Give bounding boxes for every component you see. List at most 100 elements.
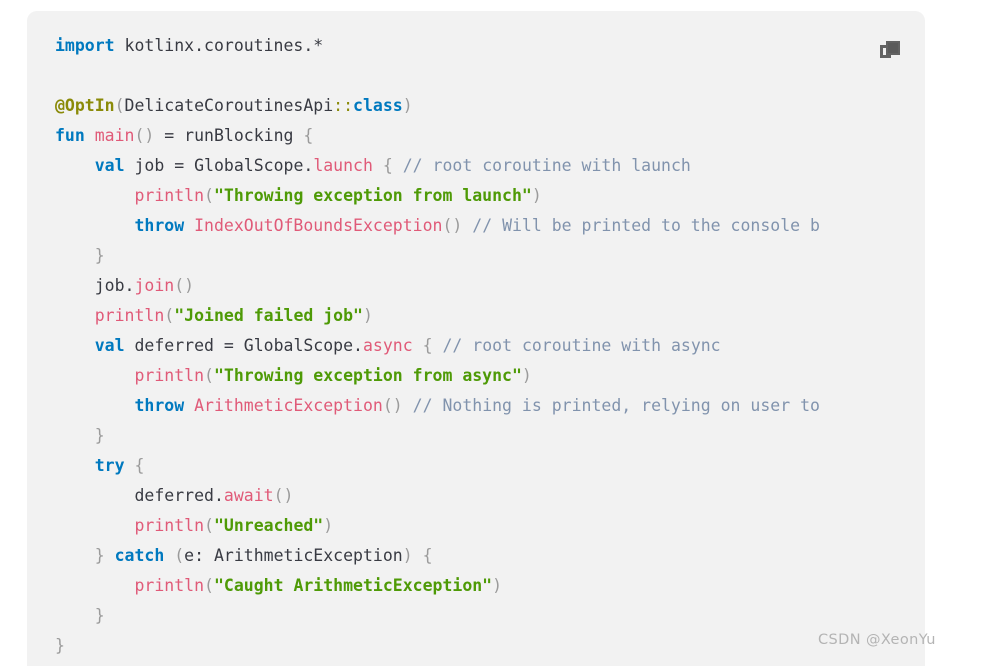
code-token: class — [353, 96, 403, 115]
code-token: println — [134, 366, 205, 385]
code-token: ( — [204, 516, 214, 535]
code-line: deferred.await() — [55, 481, 925, 511]
code-token: // root coroutine with launch — [402, 156, 691, 175]
code-token: val — [94, 336, 125, 355]
source-code[interactable]: import kotlinx.coroutines.* @OptIn(Delic… — [27, 11, 925, 661]
code-line: } — [55, 631, 925, 661]
code-token: } — [94, 546, 105, 565]
code-token: val — [94, 156, 125, 175]
code-token: { — [422, 336, 433, 355]
code-line: println("Throwing exception from async") — [55, 361, 925, 391]
code-token: @OptIn — [55, 96, 115, 115]
code-token: ( — [204, 366, 214, 385]
code-block-card: import kotlinx.coroutines.* @OptIn(Delic… — [27, 11, 925, 666]
code-token: job = GlobalScope. — [124, 156, 314, 175]
code-line: } catch (e: ArithmeticException) { — [55, 541, 925, 571]
code-token: = runBlocking — [154, 126, 304, 145]
code-token: ) — [362, 306, 373, 325]
code-line: try { — [55, 451, 925, 481]
code-line: val deferred = GlobalScope.async { // ro… — [55, 331, 925, 361]
code-token: { — [382, 156, 393, 175]
code-line: println("Joined failed job") — [55, 301, 925, 331]
page-root: import kotlinx.coroutines.* @OptIn(Delic… — [0, 0, 981, 666]
code-line: import kotlinx.coroutines.* — [55, 31, 925, 61]
code-token: ( — [204, 186, 214, 205]
code-token: } — [94, 426, 105, 445]
code-token: deferred = GlobalScope. — [124, 336, 363, 355]
code-token: ) — [402, 96, 413, 115]
code-token: ) — [521, 366, 532, 385]
code-token: ( — [174, 546, 185, 565]
code-token: println — [94, 306, 165, 325]
code-token: "Joined failed job" — [174, 306, 363, 325]
code-token: await — [223, 486, 274, 505]
code-token: async — [362, 336, 413, 355]
code-line: val job = GlobalScope.launch { // root c… — [55, 151, 925, 181]
code-line: } — [55, 601, 925, 631]
code-token: ArithmeticException — [194, 396, 383, 415]
code-token: () — [134, 126, 155, 145]
code-line: throw IndexOutOfBoundsException() // Wil… — [55, 211, 925, 241]
code-token: // root coroutine with async — [442, 336, 721, 355]
code-token: ( — [164, 306, 175, 325]
code-token: "Unreached" — [213, 516, 324, 535]
code-token: () — [273, 486, 294, 505]
code-token: try — [94, 456, 125, 475]
code-token: throw — [134, 396, 185, 415]
code-token: e: ArithmeticException — [184, 546, 403, 565]
code-token: ( — [114, 96, 125, 115]
code-token: ) — [402, 546, 413, 565]
code-line: @OptIn(DelicateCoroutinesApi::class) — [55, 91, 925, 121]
code-token: DelicateCoroutinesApi — [124, 96, 334, 115]
code-token: throw — [134, 216, 185, 235]
code-token: println — [134, 186, 205, 205]
code-token: { — [134, 456, 145, 475]
code-token: } — [55, 636, 65, 655]
code-token: } — [94, 246, 105, 265]
code-token: "Throwing exception from async" — [213, 366, 522, 385]
code-token: "Caught ArithmeticException" — [213, 576, 493, 595]
code-scroll-region[interactable]: import kotlinx.coroutines.* @OptIn(Delic… — [27, 11, 925, 666]
code-token: deferred. — [55, 486, 224, 505]
code-token: ) — [323, 516, 334, 535]
code-token: println — [134, 516, 205, 535]
code-line: job.join() — [55, 271, 925, 301]
code-token: launch — [313, 156, 373, 175]
code-token: kotlinx.coroutines.* — [114, 36, 324, 55]
code-token: ) — [531, 186, 542, 205]
code-token: () — [174, 276, 195, 295]
code-token: // Nothing is printed, relying on user t… — [412, 396, 820, 415]
code-line: println("Caught ArithmeticException") — [55, 571, 925, 601]
code-token: "Throwing exception from launch" — [213, 186, 532, 205]
code-line: } — [55, 241, 925, 271]
code-line: fun main() = runBlocking { — [55, 121, 925, 151]
code-token: ) — [492, 576, 503, 595]
code-token: println — [134, 576, 205, 595]
code-token: () — [442, 216, 463, 235]
code-line: } — [55, 421, 925, 451]
code-token: IndexOutOfBoundsException — [194, 216, 443, 235]
code-token: } — [94, 606, 105, 625]
code-token: import — [55, 36, 115, 55]
copy-icon[interactable] — [877, 38, 903, 64]
code-token: ( — [204, 576, 214, 595]
